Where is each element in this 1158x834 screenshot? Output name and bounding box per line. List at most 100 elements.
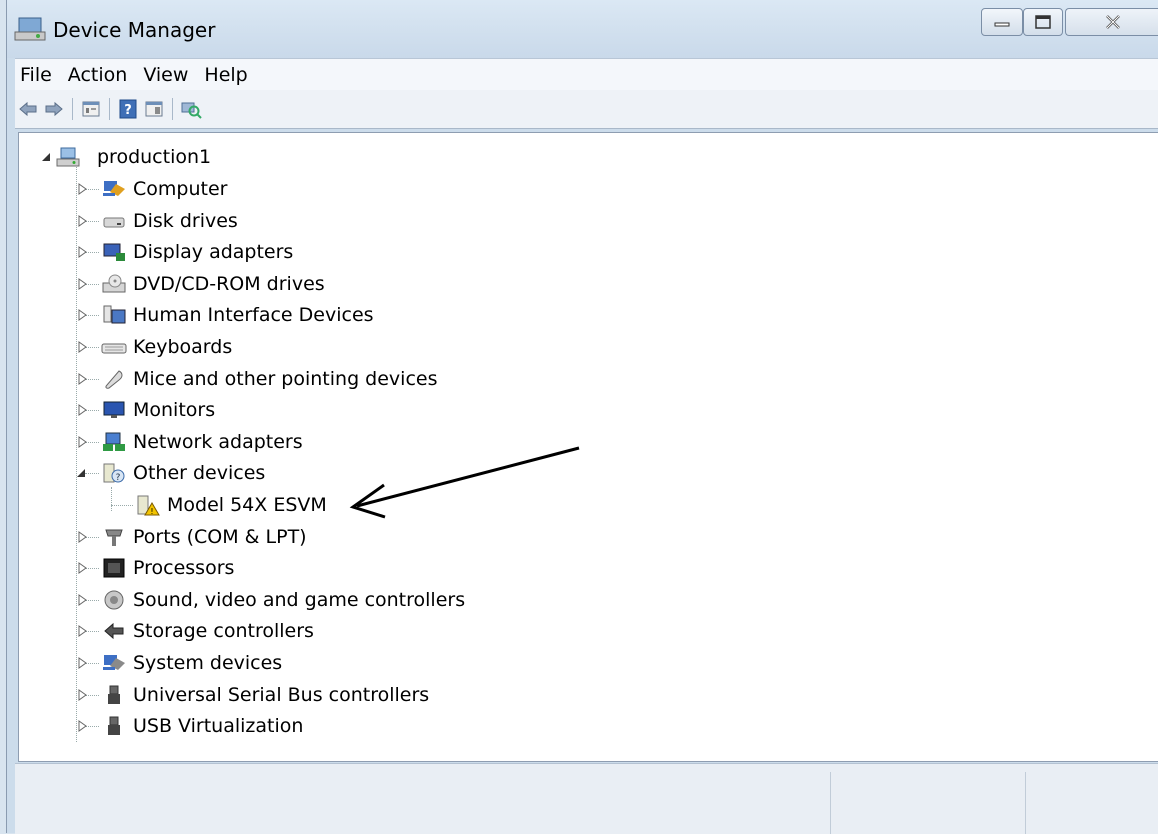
expand-arrow-icon[interactable] bbox=[77, 372, 89, 385]
expand-arrow-icon[interactable] bbox=[77, 404, 89, 417]
device-manager-window: Device Manager File Action View Help ? p… bbox=[6, 0, 1158, 834]
tree-category-node[interactable]: Sound, video and game controllers bbox=[75, 585, 465, 615]
expand-arrow-icon[interactable] bbox=[77, 341, 89, 353]
status-bar bbox=[15, 763, 1158, 834]
tree-category-node[interactable]: Keyboards bbox=[75, 332, 232, 362]
back-arrow-icon bbox=[19, 101, 37, 117]
help-button[interactable]: ? bbox=[117, 98, 139, 120]
unknown-device-icon: ? bbox=[103, 463, 125, 483]
scan-hardware-icon bbox=[181, 102, 202, 119]
status-divider bbox=[830, 772, 831, 834]
tree-category-node[interactable]: System devices bbox=[75, 648, 282, 678]
menu-view[interactable]: View bbox=[135, 64, 196, 86]
tree-category-label: Storage controllers bbox=[133, 620, 314, 643]
expand-arrow-icon[interactable] bbox=[77, 214, 89, 227]
menu-action[interactable]: Action bbox=[60, 64, 136, 86]
forward-arrow-icon bbox=[45, 101, 63, 117]
collapse-arrow-icon[interactable] bbox=[76, 467, 88, 479]
tree-category-node[interactable]: Computer bbox=[75, 174, 227, 204]
toolbar-separator bbox=[72, 98, 73, 120]
tree-category-node[interactable]: Disk drives bbox=[75, 206, 238, 236]
tree-guide-line bbox=[111, 505, 133, 506]
tree-root-node[interactable]: production1 bbox=[41, 142, 211, 172]
tree-category-node[interactable]: Ports (COM & LPT) bbox=[75, 522, 307, 552]
tree-category-label: Computer bbox=[133, 178, 228, 200]
tree-category-label: Keyboards bbox=[133, 336, 233, 358]
properties-button[interactable] bbox=[80, 98, 102, 120]
menu-help[interactable]: Help bbox=[196, 64, 255, 86]
expand-arrow-icon[interactable] bbox=[77, 309, 89, 322]
tree-category-node[interactable]: Mice and other pointing devices bbox=[75, 364, 437, 394]
tree-category-label: Sound, video and game controllers bbox=[133, 588, 466, 611]
expand-arrow-icon[interactable] bbox=[77, 246, 89, 259]
usb-icon bbox=[108, 685, 120, 704]
close-button[interactable] bbox=[1065, 8, 1158, 36]
back-button[interactable] bbox=[17, 98, 39, 120]
tree-device-node[interactable]: ! Model 54X ESVM bbox=[111, 490, 327, 520]
expand-arrow-icon[interactable] bbox=[77, 625, 89, 638]
minimize-button[interactable] bbox=[981, 8, 1023, 36]
tree-category-label: Ports (COM & LPT) bbox=[133, 525, 307, 548]
expand-arrow-icon[interactable] bbox=[77, 435, 89, 448]
scan-hardware-button[interactable] bbox=[180, 98, 202, 120]
sound-icon bbox=[104, 590, 124, 610]
close-icon bbox=[1106, 15, 1120, 29]
disk-drive-icon bbox=[103, 217, 125, 228]
tree-root-label: production1 bbox=[97, 146, 212, 168]
collapse-arrow-icon[interactable] bbox=[41, 151, 53, 163]
menu-file[interactable]: File bbox=[15, 64, 60, 86]
tree-category-label: USB Virtualization bbox=[133, 715, 304, 738]
annotation-arrow bbox=[349, 446, 580, 519]
tree-device-label: Model 54X ESVM bbox=[167, 494, 327, 516]
expand-arrow-icon[interactable] bbox=[77, 688, 89, 701]
help-icon: ? bbox=[119, 99, 137, 119]
tree-category-label: Processors bbox=[133, 557, 235, 580]
tree-category-label: Other devices bbox=[133, 462, 266, 485]
properties-icon bbox=[82, 101, 100, 117]
tree-category-node[interactable]: Storage controllers bbox=[75, 616, 314, 646]
device-manager-icon bbox=[14, 17, 46, 41]
hid-icon bbox=[103, 305, 126, 324]
display-adapter-icon bbox=[103, 243, 125, 262]
tree-category-label: System devices bbox=[133, 652, 283, 674]
details-button[interactable] bbox=[143, 98, 165, 120]
usb-icon bbox=[108, 716, 120, 736]
menu-bar: File Action View Help bbox=[15, 58, 1158, 91]
tree-category-label: Network adapters bbox=[133, 430, 303, 453]
forward-button[interactable] bbox=[43, 98, 65, 120]
title-bar[interactable]: Device Manager bbox=[7, 0, 1158, 58]
expand-arrow-icon[interactable] bbox=[77, 183, 89, 195]
warning-device-icon: ! bbox=[137, 495, 160, 516]
tree-category-label: DVD/CD-ROM drives bbox=[133, 272, 325, 295]
tree-category-node[interactable]: Universal Serial Bus controllers bbox=[75, 680, 429, 710]
system-device-icon bbox=[103, 655, 125, 670]
tree-category-label: Display adapters bbox=[133, 241, 294, 264]
expand-arrow-icon[interactable] bbox=[77, 277, 89, 290]
expand-arrow-icon[interactable] bbox=[77, 657, 89, 669]
tree-category-node[interactable]: Human Interface Devices bbox=[75, 300, 374, 330]
tree-category-label: Human Interface Devices bbox=[133, 304, 374, 327]
status-divider bbox=[1025, 772, 1026, 834]
expand-arrow-icon[interactable] bbox=[77, 530, 89, 543]
tree-category-label: Disk drives bbox=[133, 209, 238, 232]
computer-root-icon bbox=[56, 147, 80, 167]
mouse-icon bbox=[105, 369, 123, 389]
tree-category-label: Mice and other pointing devices bbox=[133, 367, 438, 390]
tree-category-node[interactable]: Monitors bbox=[75, 395, 215, 425]
window-title: Device Manager bbox=[53, 18, 216, 42]
maximize-button[interactable] bbox=[1023, 8, 1063, 36]
expand-arrow-icon[interactable] bbox=[77, 593, 89, 606]
toolbar-separator bbox=[172, 98, 173, 120]
tree-category-node[interactable]: Display adapters bbox=[75, 237, 293, 267]
tree-category-node[interactable]: ? Other devices bbox=[75, 458, 265, 488]
tree-category-node[interactable]: Network adapters bbox=[75, 427, 303, 457]
device-tree[interactable]: production1 Computer Disk drives Display a… bbox=[18, 132, 1158, 762]
svg-text:?: ? bbox=[124, 103, 132, 118]
tree-category-label: Universal Serial Bus controllers bbox=[133, 683, 430, 706]
expand-arrow-icon[interactable] bbox=[77, 562, 89, 575]
tree-category-node[interactable]: DVD/CD-ROM drives bbox=[75, 269, 325, 299]
tree-category-node[interactable]: Processors bbox=[75, 553, 234, 583]
dvd-drive-icon bbox=[102, 274, 126, 293]
tree-category-node[interactable]: USB Virtualization bbox=[75, 711, 303, 741]
expand-arrow-icon[interactable] bbox=[77, 720, 89, 733]
